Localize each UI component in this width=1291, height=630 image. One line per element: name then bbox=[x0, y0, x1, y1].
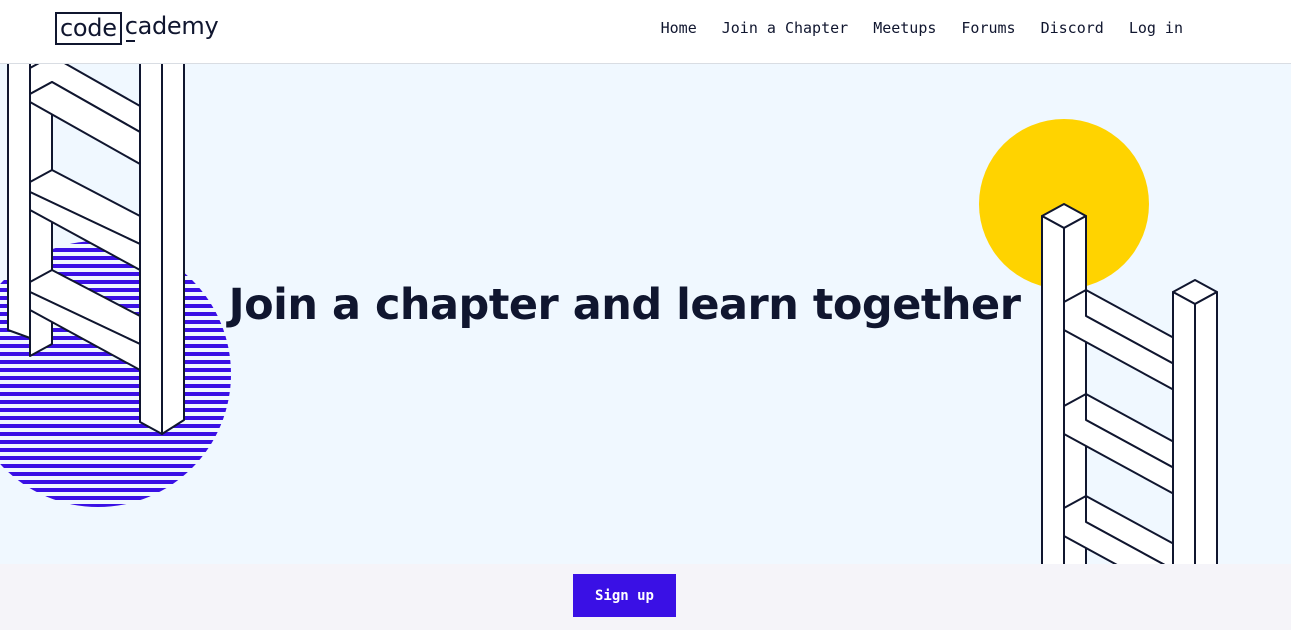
hero-section: Join a chapter and learn together bbox=[0, 64, 1291, 564]
logo-cademy-label: cademy bbox=[124, 12, 219, 40]
nav-home[interactable]: Home bbox=[661, 19, 697, 37]
site-header: code cademy Home Join a Chapter Meetups … bbox=[0, 0, 1291, 64]
nav-forums[interactable]: Forums bbox=[961, 19, 1015, 37]
logo-code-box: code bbox=[55, 12, 122, 45]
page: code cademy Home Join a Chapter Meetups … bbox=[0, 0, 1291, 630]
nav-log-in[interactable]: Log in bbox=[1129, 19, 1183, 37]
nav-join-a-chapter[interactable]: Join a Chapter bbox=[722, 19, 848, 37]
signup-button[interactable]: Sign up bbox=[573, 574, 676, 617]
codecademy-logo[interactable]: code cademy bbox=[55, 12, 219, 46]
main-nav: Home Join a Chapter Meetups Forums Disco… bbox=[661, 0, 1183, 56]
nav-meetups[interactable]: Meetups bbox=[873, 19, 936, 37]
logo-cademy-text: cademy bbox=[122, 12, 219, 45]
logo-cursor bbox=[125, 40, 135, 42]
nav-discord[interactable]: Discord bbox=[1041, 19, 1104, 37]
hero-title: Join a chapter and learn together bbox=[228, 280, 1021, 330]
signup-bar: Sign up bbox=[0, 564, 1291, 630]
